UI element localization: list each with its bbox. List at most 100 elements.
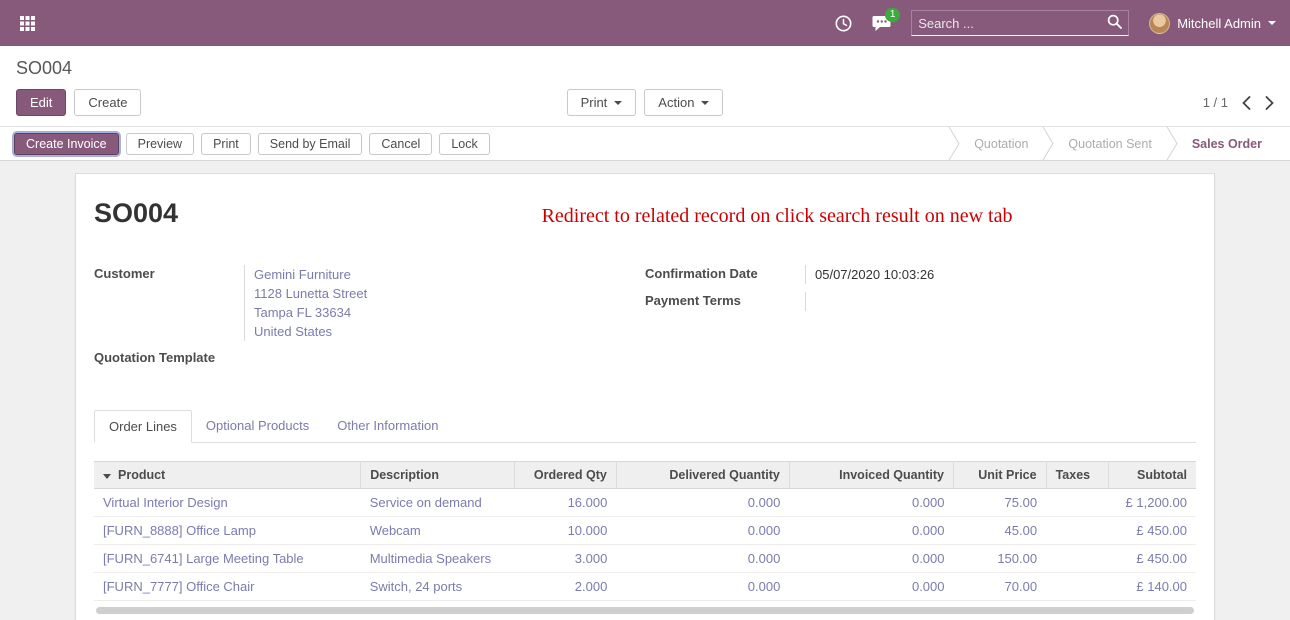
confirmation-date-label: Confirmation Date <box>645 265 805 284</box>
cell-ordered-qty: 2.000 <box>515 573 616 601</box>
customer-value[interactable]: Gemini Furniture 1128 Lunetta Street Tam… <box>244 265 367 341</box>
cell-taxes <box>1046 545 1109 573</box>
statusbar: Create Invoice Preview Print Send by Ema… <box>0 126 1290 161</box>
search-input[interactable] <box>918 16 1107 31</box>
horizontal-scrollbar[interactable] <box>96 607 1194 614</box>
stage-quotation-sent[interactable]: Quotation Sent <box>1054 137 1165 151</box>
tab-optional-products[interactable]: Optional Products <box>192 410 323 443</box>
global-search <box>911 10 1129 36</box>
activities-clock-icon[interactable] <box>835 15 852 32</box>
stage-arrow-icon <box>1166 127 1178 160</box>
status-pipeline: Quotation Quotation Sent Sales Order <box>948 133 1290 154</box>
quotation-template-value[interactable] <box>244 349 253 368</box>
stage-arrow-icon <box>1042 127 1054 160</box>
messages-badge: 1 <box>885 8 900 22</box>
cell-subtotal: £ 140.00 <box>1109 573 1196 601</box>
order-line-row[interactable]: [FURN_6741] Large Meeting Table Multimed… <box>94 545 1196 573</box>
messages-icon[interactable]: 1 <box>872 15 891 32</box>
payment-terms-label: Payment Terms <box>645 292 805 311</box>
pager-value[interactable]: 1 / 1 <box>1203 95 1228 110</box>
payment-terms-value[interactable] <box>805 292 815 311</box>
cell-delivered-qty: 0.000 <box>616 489 789 517</box>
sale-order-sheet: SO004 Redirect to related record on clic… <box>75 173 1215 620</box>
user-menu[interactable]: Mitchell Admin <box>1149 13 1276 34</box>
cell-unit-price: 75.00 <box>954 489 1047 517</box>
create-invoice-button[interactable]: Create Invoice <box>14 133 119 155</box>
cell-delivered-qty: 0.000 <box>616 573 789 601</box>
action-dropdown-label: Action <box>658 95 694 110</box>
page-title: SO004 <box>94 198 178 229</box>
column-header-unit-price[interactable]: Unit Price <box>954 462 1047 489</box>
annotation-note: Redirect to related record on click sear… <box>178 205 1196 228</box>
order-lines-table: Product Description Ordered Qty Delivere… <box>94 461 1196 601</box>
cell-product[interactable]: [FURN_7777] Office Chair <box>94 573 361 601</box>
send-by-email-button[interactable]: Send by Email <box>258 133 363 155</box>
topbar: 1 Mitchell Admin <box>0 0 1290 46</box>
user-name: Mitchell Admin <box>1177 16 1261 31</box>
cancel-button[interactable]: Cancel <box>369 133 432 155</box>
order-line-row[interactable]: [FURN_7777] Office Chair Switch, 24 port… <box>94 573 1196 601</box>
column-header-invoiced-quantity[interactable]: Invoiced Quantity <box>789 462 953 489</box>
cell-taxes <box>1046 573 1109 601</box>
cell-invoiced-qty: 0.000 <box>789 489 953 517</box>
cell-product[interactable]: [FURN_8888] Office Lamp <box>94 517 361 545</box>
lock-button[interactable]: Lock <box>439 133 489 155</box>
tab-order-lines[interactable]: Order Lines <box>94 410 192 443</box>
pager-next-button[interactable] <box>1265 96 1274 110</box>
column-header-subtotal[interactable]: Subtotal <box>1109 462 1196 489</box>
quotation-template-label: Quotation Template <box>94 349 244 368</box>
order-line-row[interactable]: [FURN_8888] Office Lamp Webcam 10.000 0.… <box>94 517 1196 545</box>
cell-ordered-qty: 10.000 <box>515 517 616 545</box>
cell-product[interactable]: [FURN_6741] Large Meeting Table <box>94 545 361 573</box>
avatar <box>1149 13 1170 34</box>
apps-menu-icon[interactable] <box>14 10 40 36</box>
column-header-description[interactable]: Description <box>361 462 515 489</box>
customer-line: United States <box>254 322 367 341</box>
edit-button[interactable]: Edit <box>16 89 66 116</box>
field-group-right: Confirmation Date 05/07/2020 10:03:26 Pa… <box>645 265 1196 376</box>
stage-arrow-icon <box>948 127 960 160</box>
cell-subtotal: £ 450.00 <box>1109 545 1196 573</box>
cell-invoiced-qty: 0.000 <box>789 517 953 545</box>
cell-description[interactable]: Webcam <box>361 517 515 545</box>
cell-delivered-qty: 0.000 <box>616 517 789 545</box>
field-group-left: Customer Gemini Furniture 1128 Lunetta S… <box>94 265 645 376</box>
column-header-ordered-qty[interactable]: Ordered Qty <box>515 462 616 489</box>
cell-product[interactable]: Virtual Interior Design <box>94 489 361 517</box>
stage-quotation[interactable]: Quotation <box>960 137 1042 151</box>
cell-unit-price: 70.00 <box>954 573 1047 601</box>
optional-columns-caret-icon[interactable] <box>103 474 111 479</box>
print-dropdown[interactable]: Print <box>567 89 637 116</box>
customer-line: 1128 Lunetta Street <box>254 284 367 303</box>
pager-previous-button[interactable] <box>1242 96 1251 110</box>
search-icon[interactable] <box>1107 14 1122 32</box>
column-header-delivered-quantity[interactable]: Delivered Quantity <box>616 462 789 489</box>
chevron-down-icon <box>614 101 622 105</box>
print-button[interactable]: Print <box>201 133 251 155</box>
customer-line[interactable]: Gemini Furniture <box>254 265 367 284</box>
column-header-taxes[interactable]: Taxes <box>1046 462 1109 489</box>
cell-description[interactable]: Service on demand <box>361 489 515 517</box>
confirmation-date-value: 05/07/2020 10:03:26 <box>805 265 934 284</box>
cell-subtotal: £ 450.00 <box>1109 517 1196 545</box>
preview-button[interactable]: Preview <box>126 133 194 155</box>
cell-description[interactable]: Multimedia Speakers <box>361 545 515 573</box>
customer-label: Customer <box>94 265 244 341</box>
table-header-row: Product Description Ordered Qty Delivere… <box>94 462 1196 489</box>
cell-delivered-qty: 0.000 <box>616 545 789 573</box>
order-line-row[interactable]: Virtual Interior Design Service on deman… <box>94 489 1196 517</box>
create-button[interactable]: Create <box>74 89 141 116</box>
breadcrumb: SO004 <box>16 58 1274 79</box>
action-dropdown[interactable]: Action <box>644 89 723 116</box>
customer-line: Tampa FL 33634 <box>254 303 367 322</box>
chevron-down-icon <box>701 101 709 105</box>
tab-other-information[interactable]: Other Information <box>323 410 452 443</box>
notebook-tabs: Order Lines Optional Products Other Info… <box>94 410 1196 443</box>
column-header-product[interactable]: Product <box>94 462 361 489</box>
grid-icon <box>20 16 35 31</box>
cell-ordered-qty: 16.000 <box>515 489 616 517</box>
cell-taxes <box>1046 489 1109 517</box>
cell-description[interactable]: Switch, 24 ports <box>361 573 515 601</box>
cell-unit-price: 150.00 <box>954 545 1047 573</box>
stage-sales-order[interactable]: Sales Order <box>1178 137 1276 151</box>
